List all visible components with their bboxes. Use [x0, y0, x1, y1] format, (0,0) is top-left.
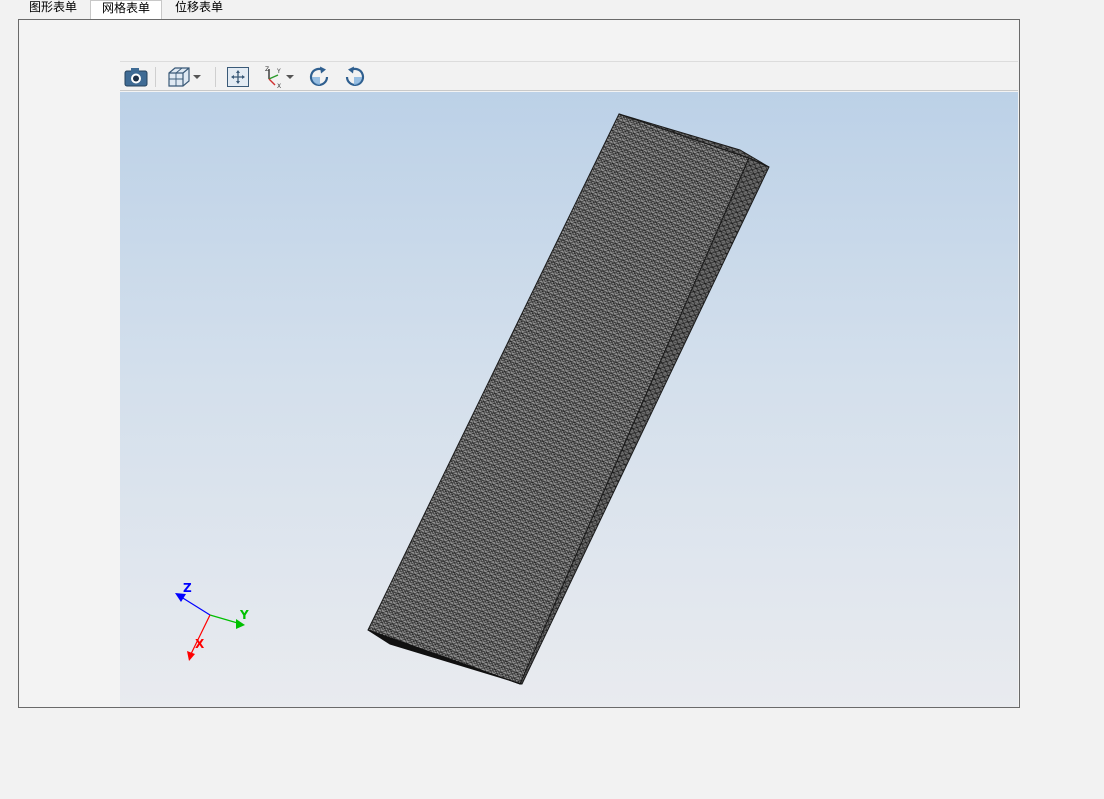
- axes-orientation-button[interactable]: Z Y X: [261, 65, 295, 89]
- y-axis-label: Y: [239, 608, 249, 622]
- tab-mesh-form[interactable]: 网格表单: [90, 0, 162, 21]
- rotate-clockwise-icon: [309, 66, 329, 86]
- view-cube-button[interactable]: [166, 65, 202, 89]
- tab-displacement-form[interactable]: 位移表单: [164, 0, 234, 19]
- rotate-counterclockwise-button[interactable]: [342, 65, 366, 89]
- chevron-down-icon[interactable]: [285, 72, 295, 82]
- view-cube-icon: [168, 67, 190, 87]
- fit-view-icon: [227, 67, 249, 87]
- svg-text:Y: Y: [276, 68, 281, 75]
- z-axis-label: Z: [183, 581, 192, 595]
- 3d-viewport[interactable]: Z Y X: [120, 92, 1018, 707]
- screenshot-button[interactable]: [124, 65, 148, 89]
- viewer-toolbar: Z Y X: [120, 61, 1018, 91]
- tab-geometry-form[interactable]: 图形表单: [18, 0, 88, 19]
- tab-label: 图形表单: [28, 0, 77, 14]
- tab-label: 网格表单: [101, 1, 150, 15]
- axes-triad: Z Y X: [175, 581, 249, 661]
- svg-text:X: X: [277, 83, 281, 89]
- tab-label: 位移表单: [174, 0, 223, 14]
- chevron-down-icon[interactable]: [192, 72, 202, 82]
- fit-view-button[interactable]: [226, 65, 250, 89]
- svg-text:Z: Z: [265, 66, 269, 73]
- toolbar-separator: [155, 67, 156, 87]
- x-axis-label: X: [195, 637, 205, 651]
- axes-orientation-icon: Z Y X: [265, 66, 281, 89]
- rotate-counterclockwise-icon: [345, 66, 365, 86]
- mesh-scene: Z Y X: [175, 113, 770, 685]
- rotate-clockwise-button[interactable]: [308, 65, 332, 89]
- toolbar-separator: [215, 67, 216, 87]
- camera-icon: [124, 68, 148, 87]
